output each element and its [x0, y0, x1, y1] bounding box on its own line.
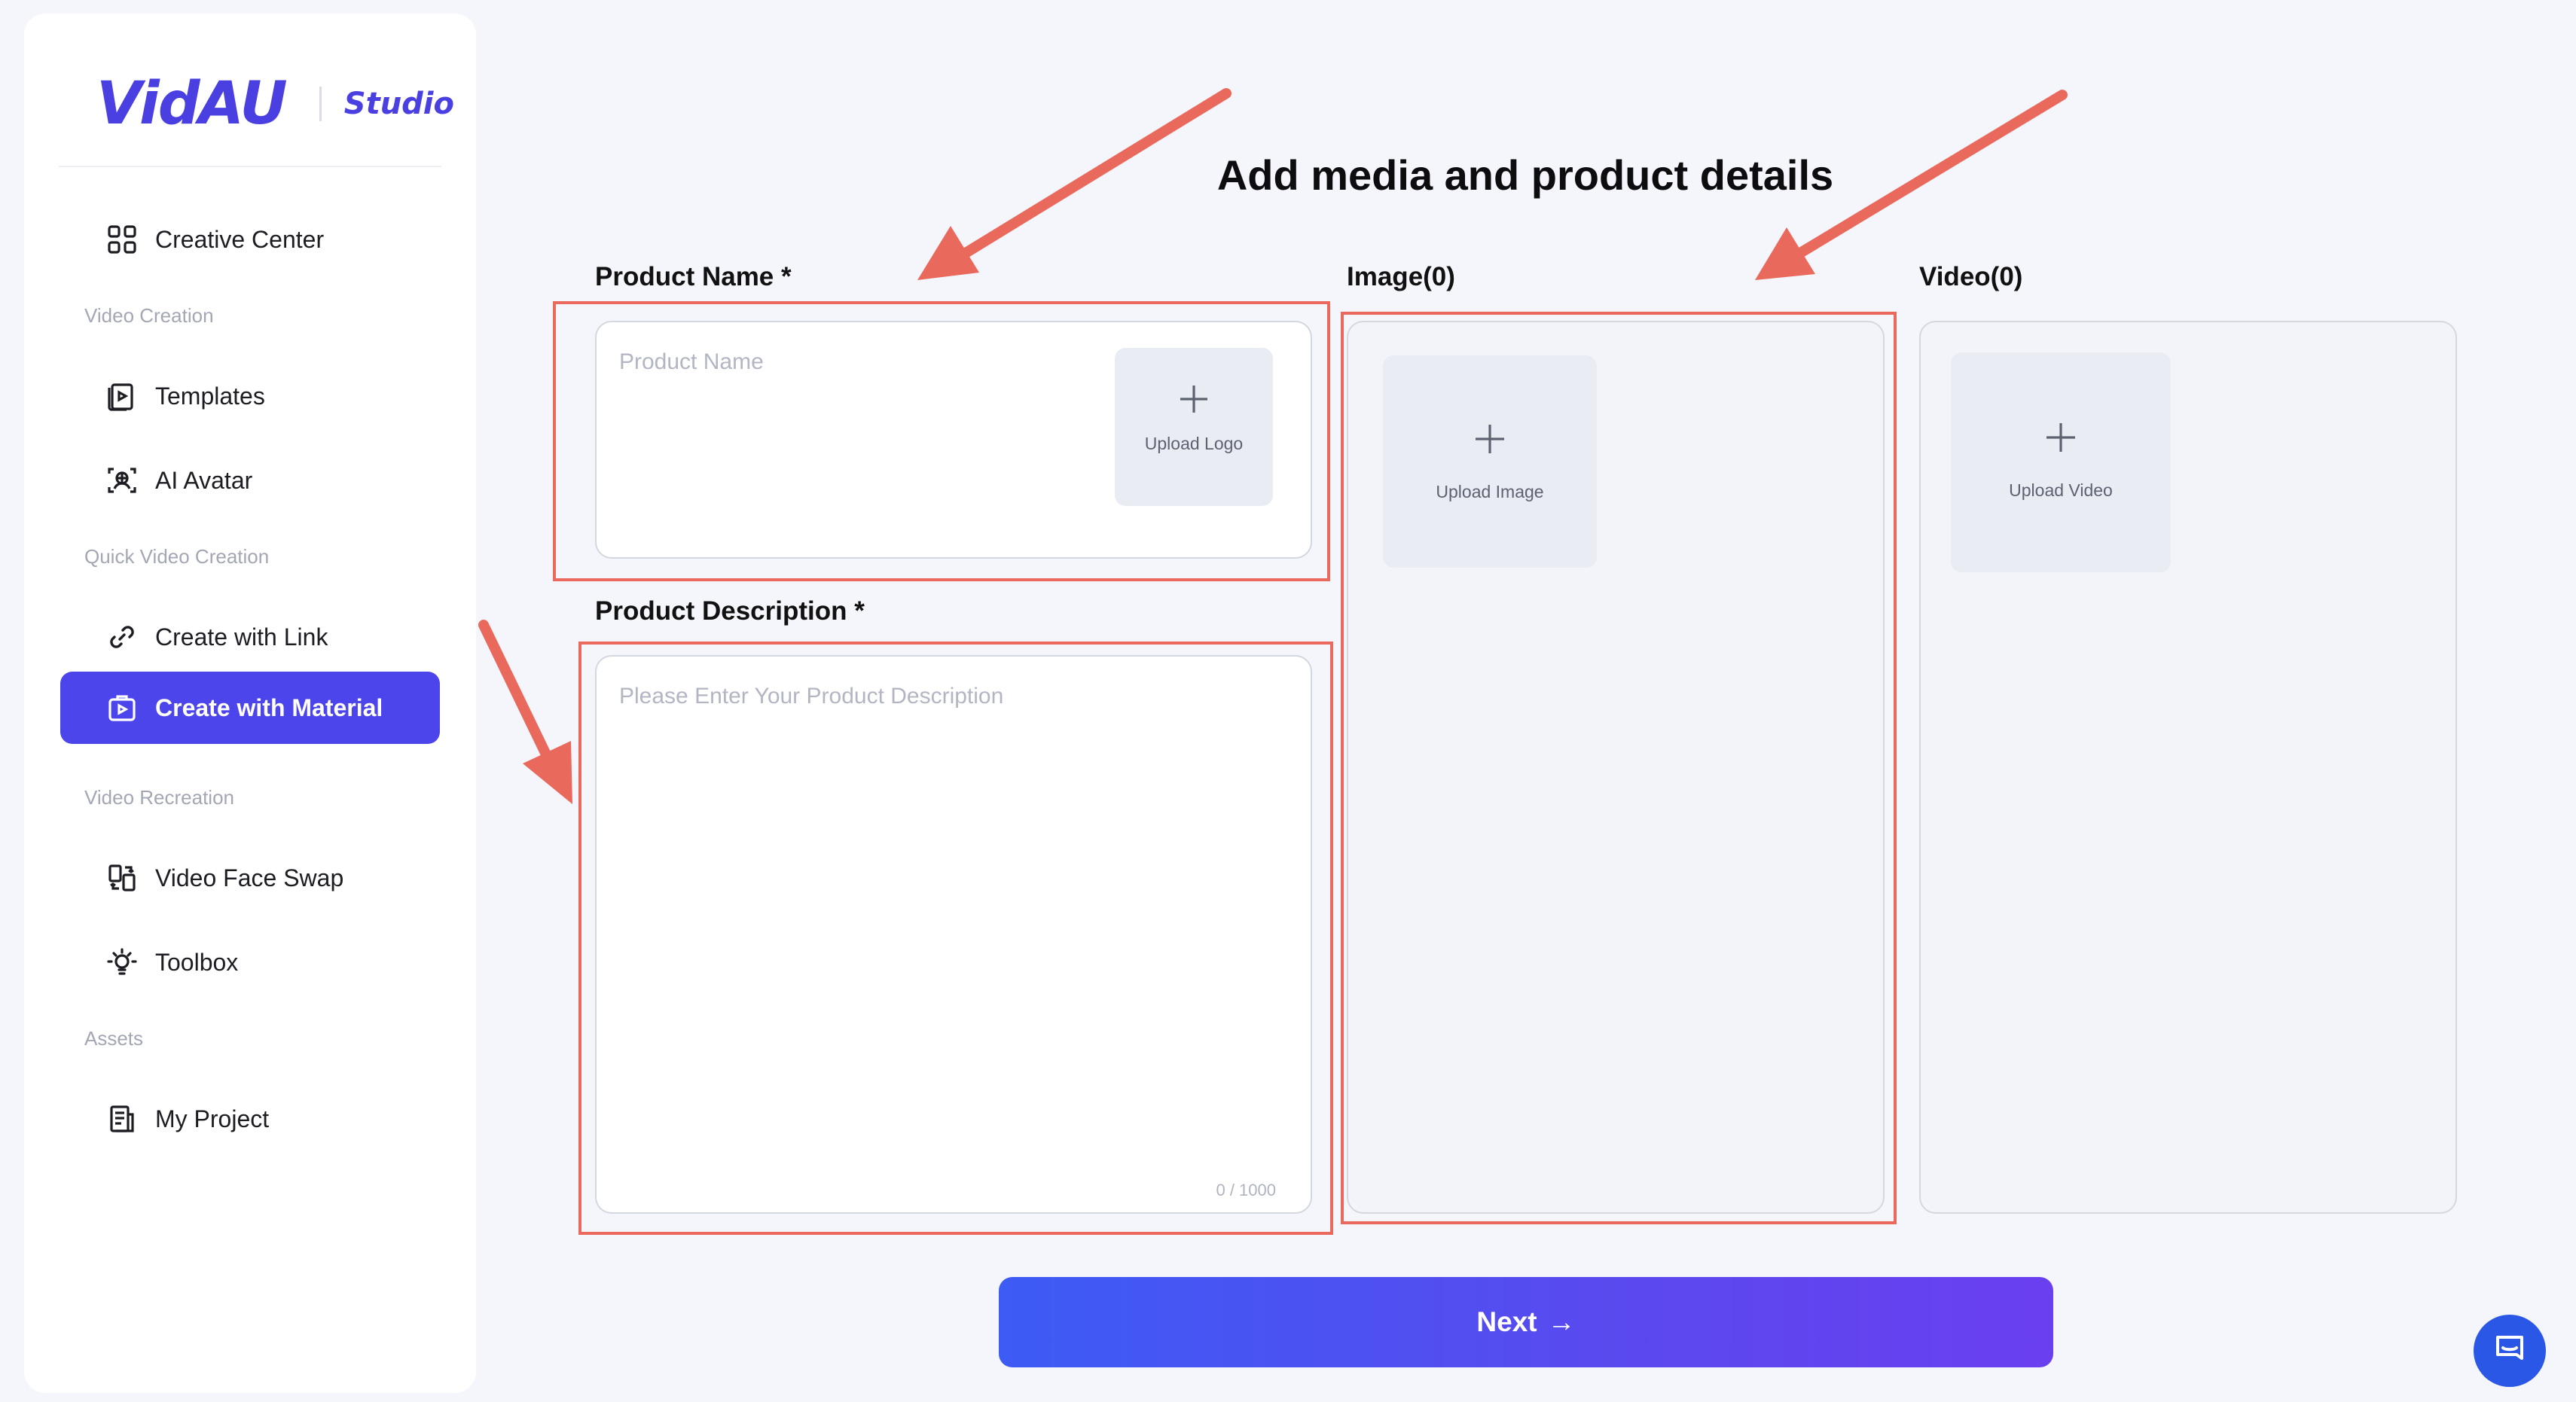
page-title: Add media and product details: [1216, 151, 1834, 199]
image-panel[interactable]: Upload Image: [1347, 321, 1885, 1214]
section-label-quick-video-creation: Quick Video Creation: [84, 545, 270, 568]
chat-button[interactable]: [2474, 1315, 2546, 1387]
next-button-label: Next: [1476, 1306, 1537, 1337]
sidebar-item-label: Creative Center: [155, 225, 325, 253]
upload-logo-label: Upload Logo: [1144, 434, 1244, 453]
logo[interactable]: VidAU Studio: [96, 66, 454, 142]
material-icon: [107, 693, 137, 723]
sidebar-item-label: Toolbox: [155, 948, 239, 976]
sidebar-item-my-project[interactable]: My Project: [60, 1083, 440, 1155]
avatar-icon: [107, 465, 137, 495]
plus-icon: [1473, 422, 1507, 460]
logo-separator: [319, 87, 322, 121]
product-name-label: Product Name *: [595, 262, 792, 291]
grid-icon: [107, 224, 137, 254]
sidebar-item-label: Create with Material: [155, 693, 383, 721]
product-description-placeholder: Please Enter Your Product Description: [619, 684, 1004, 709]
plus-icon: [1177, 383, 1210, 419]
logo-product: Studio: [343, 87, 454, 121]
link-icon: [107, 622, 137, 652]
sidebar-item-toolbox[interactable]: Toolbox: [60, 926, 440, 998]
sidebar-item-creative-center[interactable]: Creative Center: [60, 203, 440, 276]
plus-icon: [2043, 420, 2078, 459]
video-panel[interactable]: Upload Video: [1919, 321, 2457, 1214]
sidebar-divider: [59, 166, 441, 167]
sidebar-item-create-with-material[interactable]: Create with Material: [60, 672, 440, 744]
section-label-assets: Assets: [84, 1027, 144, 1050]
face-swap-icon: [107, 863, 137, 893]
upload-logo-button[interactable]: Upload Logo: [1115, 348, 1273, 506]
sidebar: VidAU Studio Creative Center Video Creat…: [24, 14, 476, 1393]
sidebar-item-create-with-link[interactable]: Create with Link: [60, 601, 440, 673]
sidebar-item-label: AI Avatar: [155, 466, 253, 494]
sidebar-item-label: Templates: [155, 382, 265, 410]
sidebar-item-label: My Project: [155, 1105, 270, 1132]
upload-video-button[interactable]: Upload Video: [1951, 352, 2171, 572]
logo-brand: VidAU: [96, 70, 288, 138]
character-counter: 0 / 1000: [1216, 1181, 1276, 1199]
sidebar-item-templates[interactable]: Templates: [60, 360, 440, 432]
upload-image-button[interactable]: Upload Image: [1383, 355, 1597, 568]
sidebar-item-ai-avatar[interactable]: AI Avatar: [60, 444, 440, 517]
bulb-icon: [107, 947, 137, 977]
sidebar-item-label: Create with Link: [155, 623, 328, 651]
product-name-placeholder: Product Name: [619, 349, 764, 374]
sidebar-item-video-face-swap[interactable]: Video Face Swap: [60, 842, 440, 914]
product-description-textarea[interactable]: Please Enter Your Product Description 0 …: [595, 655, 1312, 1214]
video-label: Video(0): [1919, 262, 2023, 291]
next-button[interactable]: Next →: [999, 1277, 2053, 1367]
project-icon: [107, 1104, 137, 1134]
product-name-input[interactable]: Product Name Upload Logo: [595, 321, 1312, 559]
section-label-video-recreation: Video Recreation: [84, 786, 234, 809]
sidebar-item-label: Video Face Swap: [155, 864, 344, 891]
template-icon: [107, 381, 137, 411]
section-label-video-creation: Video Creation: [84, 304, 214, 327]
chat-icon: [2492, 1331, 2528, 1371]
upload-image-label: Upload Image: [1436, 482, 1544, 501]
product-description-label: Product Description *: [595, 596, 865, 626]
upload-video-label: Upload Video: [2009, 480, 2113, 500]
image-label: Image(0): [1347, 262, 1455, 291]
arrow-right-icon: →: [1547, 1306, 1576, 1337]
